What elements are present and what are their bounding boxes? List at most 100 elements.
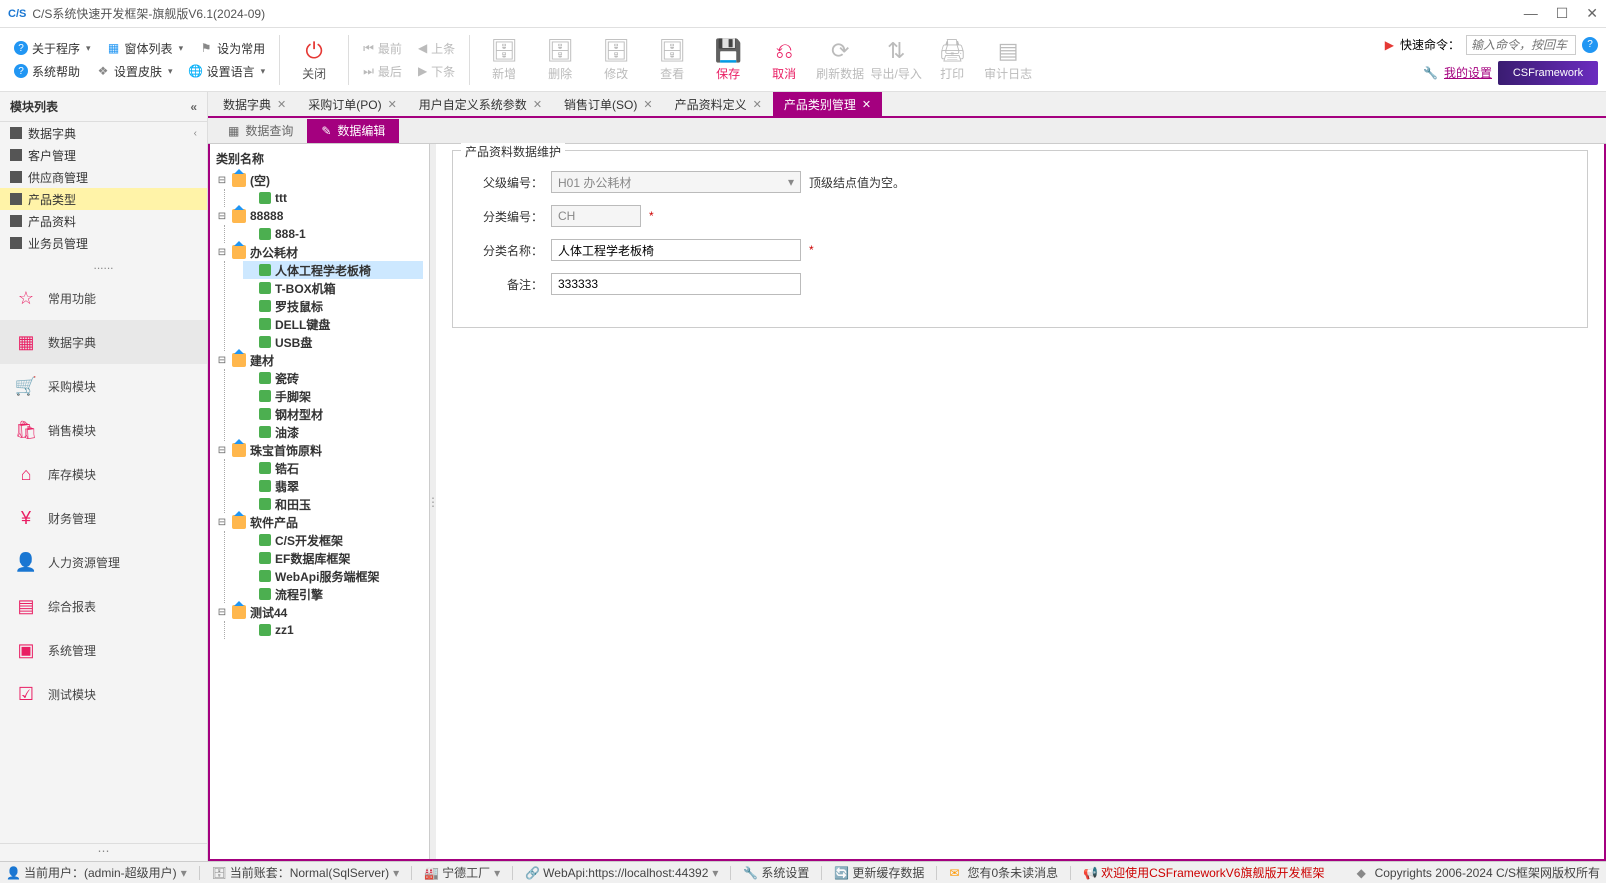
audit-button[interactable]: ▤审计日志 <box>982 32 1034 88</box>
nav-module-1[interactable]: ▦数据字典 <box>0 320 207 364</box>
save-button[interactable]: 💾保存 <box>702 32 754 88</box>
module-footer[interactable]: ⋯ <box>0 843 207 861</box>
tree-child-3-1[interactable]: 手脚架 <box>243 387 423 405</box>
tree-parent-1[interactable]: ⊟88888 <box>216 207 423 225</box>
name-input[interactable] <box>551 239 801 261</box>
tree-child-5-0[interactable]: C/S开发框架 <box>243 531 423 549</box>
quick-help-icon[interactable]: ? <box>1582 37 1598 53</box>
tree-child-4-0[interactable]: 锆石 <box>243 459 423 477</box>
close-icon[interactable]: ✕ <box>753 98 762 111</box>
skin-menu[interactable]: ❖设置皮肤 <box>90 61 179 82</box>
collapse-icon[interactable]: ⊟ <box>216 211 228 222</box>
status-update-cache[interactable]: 🔄更新缓存数据 <box>834 864 924 881</box>
status-sys-settings[interactable]: 🔧系统设置 <box>743 864 809 881</box>
nav-module-5[interactable]: ¥财务管理 <box>0 496 207 540</box>
module-item-1[interactable]: 客户管理 <box>0 144 207 166</box>
tree-parent-4[interactable]: ⊟珠宝首饰原料 <box>216 441 423 459</box>
nav-module-4[interactable]: ⌂库存模块 <box>0 452 207 496</box>
close-button[interactable]: ⏻关闭 <box>288 32 340 88</box>
cancel-button[interactable]: ⎌取消 <box>758 32 810 88</box>
collapse-icon[interactable]: ⊟ <box>216 445 228 456</box>
collapse-panel-icon[interactable]: « <box>190 100 197 114</box>
about-menu[interactable]: ?关于程序 <box>8 38 97 59</box>
close-icon[interactable]: ✕ <box>388 98 397 111</box>
tree-child-2-2[interactable]: 罗技鼠标 <box>243 297 423 315</box>
tree-child-5-1[interactable]: EF数据库框架 <box>243 549 423 567</box>
collapse-icon[interactable]: ⊟ <box>216 517 228 528</box>
module-item-5[interactable]: 业务员管理 <box>0 232 207 254</box>
nav-last[interactable]: ⏭最后 <box>357 61 408 82</box>
tree-child-3-0[interactable]: 瓷砖 <box>243 369 423 387</box>
remark-input[interactable] <box>551 273 801 295</box>
minimize-button[interactable]: — <box>1524 5 1538 22</box>
module-item-2[interactable]: 供应商管理 <box>0 166 207 188</box>
tab-2[interactable]: 用户自定义系统参数✕ <box>408 92 553 116</box>
close-window-button[interactable]: ✕ <box>1586 5 1598 22</box>
module-item-0[interactable]: 数据字典‹ <box>0 122 207 144</box>
nav-first[interactable]: ⏮最前 <box>357 38 408 59</box>
close-icon[interactable]: ✕ <box>533 98 542 111</box>
tab-5[interactable]: 产品类别管理✕ <box>773 92 882 116</box>
tree-child-2-1[interactable]: T-BOX机箱 <box>243 279 423 297</box>
tree-child-0-0[interactable]: ttt <box>243 189 423 207</box>
tree-child-5-2[interactable]: WebApi服务端框架 <box>243 567 423 585</box>
status-unread[interactable]: ✉您有0条未读消息 <box>949 864 1058 881</box>
nav-module-0[interactable]: ☆常用功能 <box>0 276 207 320</box>
tree-child-4-2[interactable]: 和田玉 <box>243 495 423 513</box>
subtab-edit[interactable]: ✎数据编辑 <box>307 119 399 143</box>
collapse-icon[interactable]: ⊟ <box>216 247 228 258</box>
tree-child-5-3[interactable]: 流程引擎 <box>243 585 423 603</box>
close-icon[interactable]: ✕ <box>862 98 871 111</box>
windows-menu[interactable]: ▦窗体列表 <box>101 38 190 59</box>
nav-module-9[interactable]: ☑测试模块 <box>0 672 207 716</box>
maximize-button[interactable]: ☐ <box>1556 5 1569 22</box>
tab-4[interactable]: 产品资料定义✕ <box>664 92 773 116</box>
nav-next[interactable]: ▶下条 <box>412 61 461 82</box>
code-input[interactable] <box>551 205 641 227</box>
tree-parent-6[interactable]: ⊟测试44 <box>216 603 423 621</box>
module-more[interactable]: ...... <box>0 254 207 276</box>
refresh-button[interactable]: ⟳刷新数据 <box>814 32 866 88</box>
lang-menu[interactable]: 🌐设置语言 <box>183 61 272 82</box>
add-button[interactable]: 🗄新增 <box>478 32 530 88</box>
tree-parent-2[interactable]: ⊟办公耗材 <box>216 243 423 261</box>
nav-module-3[interactable]: 🛍销售模块 <box>0 408 207 452</box>
nav-module-2[interactable]: 🛒采购模块 <box>0 364 207 408</box>
nav-module-6[interactable]: 👤人力资源管理 <box>0 540 207 584</box>
tree-child-6-0[interactable]: zz1 <box>243 621 423 639</box>
tree-child-4-1[interactable]: 翡翠 <box>243 477 423 495</box>
my-settings-link[interactable]: 我的设置 <box>1444 64 1492 81</box>
tree-parent-3[interactable]: ⊟建材 <box>216 351 423 369</box>
collapse-icon[interactable]: ⊟ <box>216 355 228 366</box>
tree-child-2-3[interactable]: DELL键盘 <box>243 315 423 333</box>
collapse-icon[interactable]: ⊟ <box>216 607 228 618</box>
tree-child-3-2[interactable]: 钢材型材 <box>243 405 423 423</box>
tree-parent-0[interactable]: ⊟(空) <box>216 171 423 189</box>
tree-child-1-0[interactable]: 888-1 <box>243 225 423 243</box>
close-icon[interactable]: ✕ <box>277 98 286 111</box>
close-icon[interactable]: ✕ <box>643 98 652 111</box>
collapse-icon[interactable]: ⊟ <box>216 175 228 186</box>
tree-child-2-0[interactable]: 人体工程学老板椅 <box>243 261 423 279</box>
export-button[interactable]: ⇅导出/导入 <box>870 32 922 88</box>
module-item-3[interactable]: 产品类型 <box>0 188 207 210</box>
nav-module-7[interactable]: ▤综合报表 <box>0 584 207 628</box>
nav-module-8[interactable]: ▣系统管理 <box>0 628 207 672</box>
tab-1[interactable]: 采购订单(PO)✕ <box>297 92 408 116</box>
tree-parent-5[interactable]: ⊟软件产品 <box>216 513 423 531</box>
parent-combo[interactable]: H01 办公耗材▾ <box>551 171 801 193</box>
help-menu[interactable]: ?系统帮助 <box>8 61 86 82</box>
print-button[interactable]: 🖨打印 <box>926 32 978 88</box>
edit-button[interactable]: 🗄修改 <box>590 32 642 88</box>
nav-prev[interactable]: ◀上条 <box>412 38 461 59</box>
csframework-badge[interactable]: CSFramework <box>1498 61 1598 85</box>
set-default-button[interactable]: ⚑设为常用 <box>193 38 271 59</box>
delete-button[interactable]: 🗄删除 <box>534 32 586 88</box>
tab-0[interactable]: 数据字典✕ <box>212 92 297 116</box>
quick-command-input[interactable] <box>1466 35 1576 55</box>
tree-child-3-3[interactable]: 油漆 <box>243 423 423 441</box>
tree-child-2-4[interactable]: USB盘 <box>243 333 423 351</box>
view-button[interactable]: 🗄查看 <box>646 32 698 88</box>
subtab-query[interactable]: ▦数据查询 <box>214 119 307 143</box>
tab-3[interactable]: 销售订单(SO)✕ <box>553 92 664 116</box>
